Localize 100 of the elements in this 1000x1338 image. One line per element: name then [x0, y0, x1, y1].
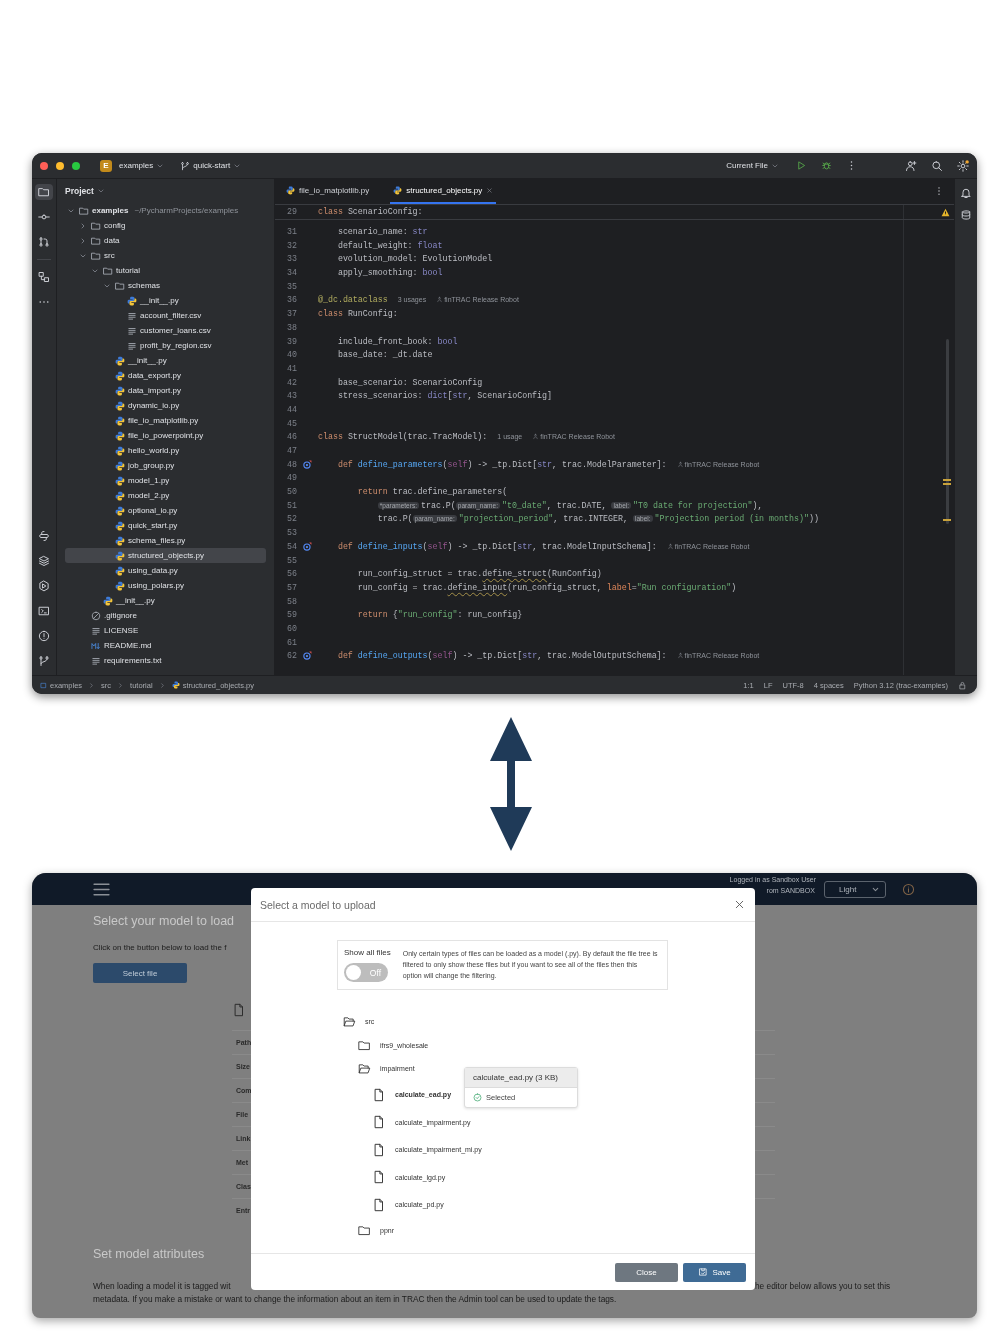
file-icon: [372, 1142, 386, 1157]
tree-item[interactable]: __init__.py: [65, 593, 266, 608]
popover-title: calculate_ead.py (3 KB): [465, 1067, 578, 1088]
chevron-right-icon: [88, 681, 96, 689]
tree-item[interactable]: using_data.py: [65, 563, 266, 578]
structure-icon: [38, 271, 50, 283]
git-branch-icon: [38, 655, 50, 667]
tree-item[interactable]: account_filter.csv: [65, 308, 266, 323]
line-number: 57: [286, 582, 297, 592]
terminal-icon: [38, 605, 50, 617]
line-number: 29: [286, 207, 297, 217]
tree-item[interactable]: dynamic_io.py: [65, 398, 266, 413]
add-user-icon[interactable]: [905, 159, 917, 172]
override-marker-icon[interactable]: [303, 541, 312, 551]
tree-item[interactable]: profit_by_region.csv: [65, 338, 266, 353]
tree-item[interactable]: examples ~/PycharmProjects/examples: [65, 203, 266, 218]
lock-icon[interactable]: [958, 680, 967, 690]
override-marker-icon[interactable]: [303, 651, 312, 661]
section-heading: Set model attributes: [93, 1246, 206, 1262]
python-file-icon: [115, 445, 125, 456]
tree-item[interactable]: file_io_powerpoint.py: [65, 428, 266, 443]
tree-item[interactable]: tutorial: [65, 263, 266, 278]
tree-item[interactable]: data_export.py: [65, 368, 266, 383]
tree-item[interactable]: __init__.py: [65, 293, 266, 308]
select-file-button[interactable]: Select file: [93, 963, 187, 983]
tree-item[interactable]: .gitignore: [65, 608, 266, 623]
close-button[interactable]: [733, 898, 746, 911]
folder-icon[interactable]: [358, 1224, 371, 1238]
scroll-marker: [943, 519, 951, 521]
tree-item[interactable]: __init__.py: [65, 353, 266, 368]
chevron-right-icon[interactable]: [79, 221, 87, 230]
python-file-icon: [115, 535, 125, 546]
tree-item[interactable]: customer_loans.csv: [65, 323, 266, 338]
folder-icon: [38, 186, 50, 198]
python-file-icon: [127, 295, 137, 306]
line-number: 46: [286, 432, 297, 442]
tool-window-button[interactable]: [35, 184, 53, 200]
tree-item[interactable]: file_io_matplotlib.py: [65, 413, 266, 428]
dialog-title: Select a model to upload: [260, 898, 376, 911]
tree-item[interactable]: schema_files.py: [65, 533, 266, 548]
code-text: return trac.define_parameters(: [356, 487, 508, 497]
window-zoom-button[interactable]: [72, 161, 80, 170]
database-icon[interactable]: [960, 209, 972, 221]
paragraph-text: metadata. If you make a mistake or want to change the information about an item in TRAC then the Admin tool can be used to update the tags.: [93, 1293, 618, 1306]
notifications-icon[interactable]: [960, 187, 972, 199]
window-minimize-button[interactable]: [56, 161, 64, 170]
tree-item[interactable]: structured_objects.py: [65, 548, 266, 563]
tree-item[interactable]: README.md: [65, 638, 266, 653]
tree-item[interactable]: LICENSE: [65, 623, 266, 638]
bug-icon[interactable]: [821, 160, 832, 171]
tree-item[interactable]: using_polars.py: [65, 578, 266, 593]
project-view-dropdown[interactable]: Project: [65, 186, 105, 196]
python-file-icon: [115, 385, 125, 396]
chevron-right-icon[interactable]: [79, 236, 87, 245]
line-number: 54: [286, 541, 297, 551]
tree-item[interactable]: model_2.py: [65, 488, 266, 503]
markdown-icon: [91, 640, 101, 651]
open-folder-icon[interactable]: [358, 1062, 371, 1076]
branch-dropdown[interactable]: quick-start: [177, 158, 245, 173]
csv-file-icon: [127, 340, 137, 351]
python-file-icon: [115, 580, 125, 591]
tree-item[interactable]: hello_world.py: [65, 443, 266, 458]
tree-item[interactable]: schemas: [65, 278, 266, 293]
search-icon[interactable]: [931, 159, 943, 172]
close-icon[interactable]: [486, 187, 494, 194]
line-number: 31: [286, 227, 297, 237]
info-icon[interactable]: [902, 882, 915, 896]
code-text: def define_outputs(self) -> _tp.Dict[str, trac.ModelOutputSchema]:: [336, 651, 667, 661]
ignore-file-icon: [91, 610, 101, 621]
tree-item[interactable]: requirements.txt: [65, 653, 266, 668]
tree-item[interactable]: data: [65, 233, 266, 248]
warning-icon[interactable]: [941, 208, 950, 217]
line-number: 61: [286, 637, 297, 647]
editor-tab[interactable]: file_io_matplotlib.py: [283, 179, 373, 204]
settings-icon[interactable]: [957, 159, 969, 172]
line-number: 39: [286, 336, 297, 346]
theme-select[interactable]: Light: [824, 880, 886, 898]
python-file-icon: [115, 520, 125, 531]
tree-item[interactable]: optional_io.py: [65, 503, 266, 518]
tree-item[interactable]: model_1.py: [65, 473, 266, 488]
project-selector[interactable]: examples: [116, 159, 168, 172]
run-icon[interactable]: [796, 160, 807, 171]
tree-item[interactable]: src: [65, 248, 266, 263]
python-file-icon: [115, 460, 125, 471]
open-folder-icon[interactable]: [343, 1015, 356, 1029]
window-close-button[interactable]: [40, 161, 48, 170]
code-text: def define_parameters(self) -> _tp.Dict[str, trac.ModelParameter]:: [336, 459, 667, 469]
code-text: return {"run_config": run_config}: [356, 610, 523, 620]
save-button[interactable]: Save: [683, 1262, 746, 1282]
tree-item[interactable]: job_group.py: [65, 458, 266, 473]
tree-item[interactable]: quick_start.py: [65, 518, 266, 533]
menu-icon[interactable]: [93, 880, 110, 898]
tree-item[interactable]: config: [65, 218, 266, 233]
close-button[interactable]: Close: [615, 1262, 678, 1282]
run-configuration-dropdown[interactable]: Current File: [723, 159, 782, 172]
override-marker-icon[interactable]: [303, 459, 312, 469]
line-number: 47: [286, 446, 297, 456]
folder-icon[interactable]: [358, 1038, 371, 1052]
tree-item[interactable]: data_import.py: [65, 383, 266, 398]
code-text: stress_scenarios: dict[str, ScenarioConfig]: [336, 391, 553, 401]
